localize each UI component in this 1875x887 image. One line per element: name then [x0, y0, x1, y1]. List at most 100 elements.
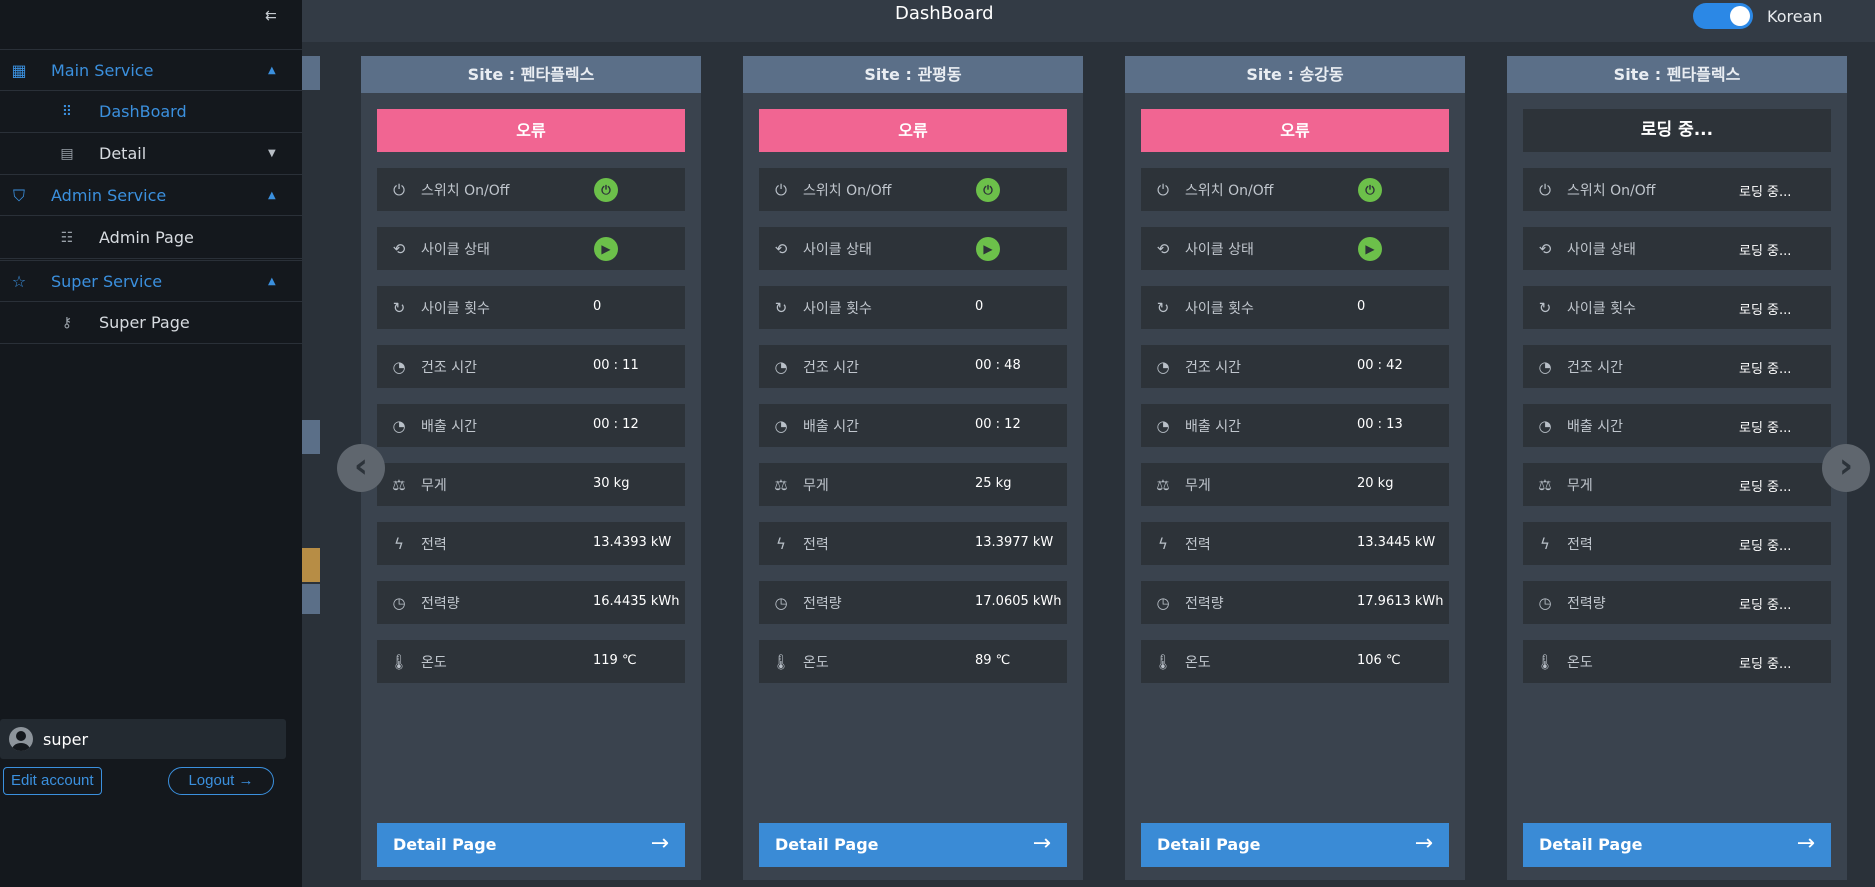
collapse-left-icon[interactable]: ⇇ — [265, 8, 277, 24]
dry-time-value: 00 : 48 — [975, 358, 1021, 373]
language-toggle[interactable] — [1693, 3, 1753, 29]
cycle-status-row: ⟲ 사이클 상태 ▶ — [377, 227, 685, 270]
cycle-count-value: 0 — [1357, 299, 1366, 314]
weight-row: ⚖ 무게 25 kg — [759, 463, 1067, 506]
row-label: 배출 시간 — [1185, 419, 1241, 435]
discharge-time-row: ◔ 배출 시간 00 : 12 — [759, 404, 1067, 447]
energy-row: ◷ 전력량 17.9613 kWh — [1141, 581, 1449, 624]
caret-up-icon: ▲ — [268, 275, 276, 287]
row-label: 무게 — [1185, 478, 1211, 494]
shield-icon: ⛉ — [12, 186, 25, 205]
row-label: 사이클 횟수 — [421, 301, 490, 317]
logout-button[interactable]: Logout → — [168, 767, 274, 795]
carousel-prev-button[interactable]: ‹ — [337, 444, 385, 492]
cycle-icon: ⟲ — [1156, 240, 1170, 258]
sidebar-section-main-service[interactable]: ▦ Main Service ▲ — [0, 49, 302, 91]
row-label: 건조 시간 — [803, 360, 859, 376]
site-card: Site : 펜타플렉스 로딩 중... ⏻ 스위치 On/Off 로딩 중... … — [1507, 56, 1847, 880]
timer-icon: ◔ — [1156, 358, 1170, 376]
carousel-next-button[interactable]: › — [1822, 444, 1870, 492]
energy-row: ◷ 전력량 로딩 중... — [1523, 581, 1831, 624]
switch-row: ⏻ 스위치 On/Off ⏻ — [377, 168, 685, 211]
language-switch[interactable]: Korean — [1693, 3, 1823, 29]
caret-up-icon: ▲ — [268, 64, 276, 76]
dry-time-row: ◔ 건조 시간 00 : 42 — [1141, 345, 1449, 388]
cycle-count-row: ↻ 사이클 횟수 0 — [759, 286, 1067, 329]
row-label: 스위치 On/Off — [803, 183, 892, 199]
cycle-status-value: 로딩 중... — [1739, 244, 1792, 259]
edit-account-button[interactable]: Edit account — [3, 767, 102, 795]
row-label: 전력량 — [421, 596, 460, 612]
thermometer-icon: 🌡 — [1535, 653, 1555, 671]
star-icon: ☆ — [11, 272, 27, 291]
detail-page-button[interactable]: Detail Page → — [377, 823, 685, 867]
power-value: 13.3445 kW — [1357, 535, 1436, 550]
sidebar: ⇇ ▦ Main Service ▲ ⠿ DashBoard ▤ Detail … — [0, 0, 302, 887]
sidebar-section-admin-service[interactable]: ⛉ Admin Service ▲ — [0, 174, 302, 216]
cycle-count-row: ↻ 사이클 횟수 로딩 중... — [1523, 286, 1831, 329]
row-label: 전력 — [1185, 537, 1211, 553]
user-name: super — [43, 729, 89, 749]
power-on-icon: ⏻ — [1358, 178, 1382, 202]
timer-icon: ◔ — [1538, 417, 1552, 435]
energy-row: ◷ 전력량 16.4435 kWh — [377, 581, 685, 624]
meter-icon: ◷ — [1156, 594, 1170, 612]
thermometer-icon: 🌡 — [771, 653, 791, 671]
temperature-row: 🌡 온도 로딩 중... — [1523, 640, 1831, 683]
weight-value: 로딩 중... — [1739, 480, 1792, 495]
refresh-icon: ↻ — [1156, 299, 1170, 317]
meter-icon: ◷ — [392, 594, 406, 612]
cycle-icon: ⟲ — [1538, 240, 1552, 258]
row-label: 무게 — [803, 478, 829, 494]
power-row: ϟ 전력 13.4393 kW — [377, 522, 685, 565]
background-panel — [300, 56, 320, 90]
detail-page-button[interactable]: Detail Page → — [1523, 823, 1831, 867]
bolt-icon: ϟ — [776, 535, 786, 553]
thermometer-icon: 🌡 — [389, 653, 409, 671]
row-label: 스위치 On/Off — [1567, 183, 1656, 199]
detail-page-button[interactable]: Detail Page → — [1141, 823, 1449, 867]
chevron-right-icon: › — [1838, 446, 1853, 486]
temperature-value: 119 ℃ — [593, 653, 637, 668]
energy-row: ◷ 전력량 17.0605 kWh — [759, 581, 1067, 624]
row-label: 배출 시간 — [803, 419, 859, 435]
power-on-icon: ⏻ — [594, 178, 618, 202]
temperature-value: 106 ℃ — [1357, 653, 1401, 668]
timer-icon: ◔ — [1156, 417, 1170, 435]
discharge-time-row: ◔ 배출 시간 00 : 13 — [1141, 404, 1449, 447]
switch-row: ⏻ 스위치 On/Off 로딩 중... — [1523, 168, 1831, 211]
row-label: 전력량 — [1185, 596, 1224, 612]
detail-page-button[interactable]: Detail Page → — [759, 823, 1067, 867]
row-label: 건조 시간 — [1185, 360, 1241, 376]
timer-icon: ◔ — [392, 417, 406, 435]
detail-page-label: Detail Page — [393, 835, 497, 854]
sidebar-item-dashboard[interactable]: ⠿ DashBoard — [0, 91, 302, 133]
sidebar-section-super-service[interactable]: ☆ Super Service ▲ — [0, 260, 302, 302]
sidebar-item-admin-page[interactable]: ☷ Admin Page — [0, 217, 302, 259]
cycle-count-value: 0 — [593, 299, 602, 314]
power-icon: ⏻ — [1539, 181, 1551, 199]
row-label: 온도 — [803, 655, 829, 671]
sidebar-item-detail[interactable]: ▤ Detail ▼ — [0, 133, 302, 175]
sidebar-item-super-page[interactable]: ⚷ Super Page — [0, 302, 302, 344]
power-row: ϟ 전력 13.3977 kW — [759, 522, 1067, 565]
row-label: 온도 — [421, 655, 447, 671]
arrow-right-icon: → — [1032, 831, 1051, 856]
scale-icon: ⚖ — [1156, 476, 1170, 494]
weight-value: 25 kg — [975, 476, 1012, 491]
row-label: 사이클 횟수 — [803, 301, 872, 317]
row-label: 사이클 상태 — [1567, 242, 1636, 258]
row-label: 전력량 — [1567, 596, 1606, 612]
discharge-time-value: 00 : 12 — [593, 417, 639, 432]
bolt-icon: ϟ — [1158, 535, 1168, 553]
scale-icon: ⚖ — [774, 476, 788, 494]
background-panel — [300, 420, 320, 454]
bolt-icon: ϟ — [1540, 535, 1550, 553]
cycle-count-row: ↻ 사이클 횟수 0 — [377, 286, 685, 329]
switch-row: ⏻ 스위치 On/Off ⏻ — [1141, 168, 1449, 211]
grid-icon: ▦ — [11, 61, 27, 80]
cycle-icon: ⟲ — [774, 240, 788, 258]
sidebar-item-label: Admin Page — [99, 228, 194, 247]
meter-icon: ◷ — [774, 594, 788, 612]
dry-time-row: ◔ 건조 시간 로딩 중... — [1523, 345, 1831, 388]
